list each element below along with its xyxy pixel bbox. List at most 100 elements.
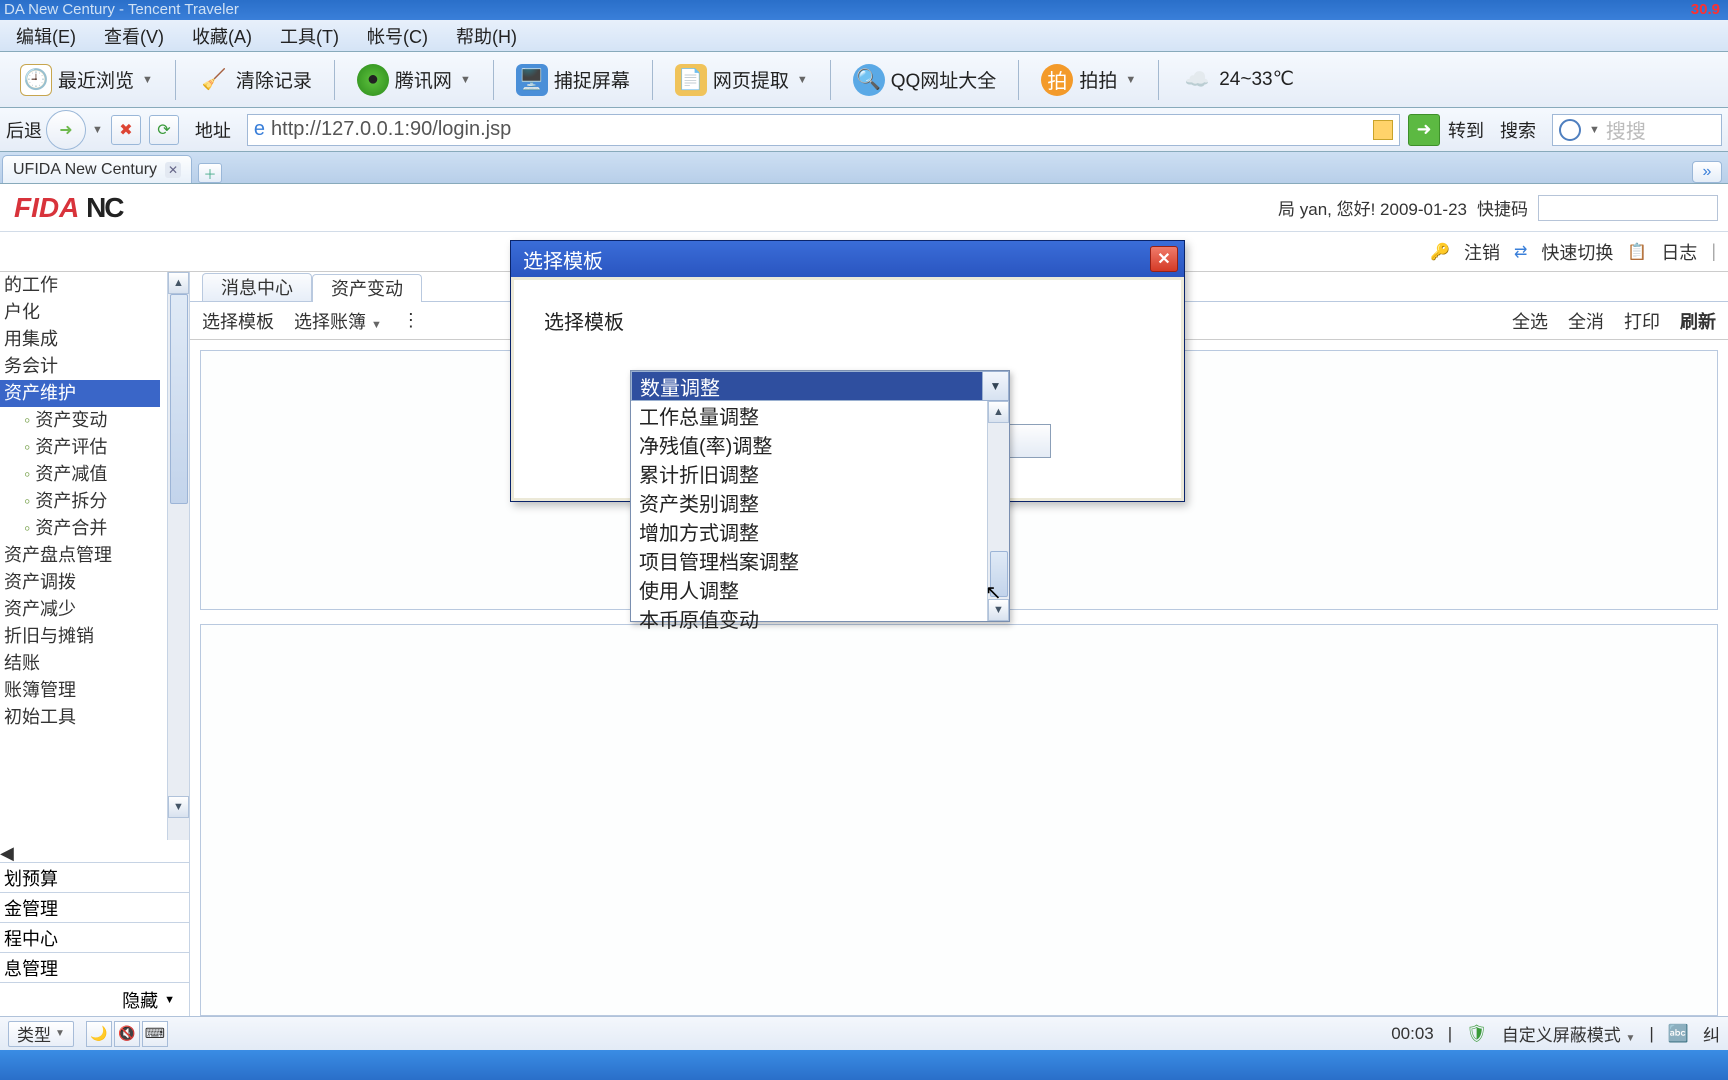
scroll-down-button[interactable]: ▼ [168, 796, 189, 818]
scroll-up-button[interactable]: ▲ [988, 401, 1009, 423]
nav-hscrollbar[interactable]: ◀ ▶ [0, 840, 189, 862]
capture-screen-button[interactable]: 🖥️ 捕捉屏幕 [508, 60, 638, 100]
dropdown-toggle-button[interactable]: ▼ [982, 372, 1008, 400]
scroll-down-button[interactable]: ▼ [988, 599, 1009, 621]
stop-button[interactable]: ✖ [111, 115, 141, 145]
nav-item[interactable]: 资产减少 [0, 596, 189, 623]
nav-item-selected[interactable]: 资产维护 [0, 380, 160, 407]
nav-item[interactable]: 务会计 [0, 353, 189, 380]
sidebar-section[interactable]: 金管理 [0, 892, 189, 922]
nav-item[interactable]: ◦ 资产减值 [0, 461, 189, 488]
menu-favorites[interactable]: 收藏(A) [192, 23, 252, 49]
log-link[interactable]: 日志 [1661, 239, 1697, 265]
dropdown-option[interactable]: 累计折旧调整 [631, 459, 1009, 488]
windows-taskbar[interactable] [0, 1050, 1728, 1080]
quickcode-input[interactable] [1538, 195, 1718, 221]
dropdown-option[interactable]: 资产类别调整 [631, 488, 1009, 517]
block-mode-button[interactable]: 自定义屏蔽模式 ▼ [1502, 1021, 1636, 1046]
nav-tree[interactable]: 的工作 户化 用集成 务会计 资产维护 ◦ 资产变动 ◦ 资产评估 ◦ 资产减值… [0, 272, 189, 840]
refresh-button[interactable]: 刷新 [1680, 308, 1716, 334]
nav-item[interactable]: 折旧与摊销 [0, 623, 189, 650]
dropdown-option[interactable]: 项目管理档案调整 [631, 546, 1009, 575]
dialog-titlebar[interactable]: 选择模板 ✕ [511, 241, 1184, 277]
refresh-button[interactable]: ⟳ [149, 115, 179, 145]
ufida-logo: FIDA NC [0, 192, 137, 224]
select-all-button[interactable]: 全选 [1512, 308, 1548, 334]
encoding-button[interactable]: 纠 [1703, 1021, 1720, 1046]
dropdown-list: 工作总量调整 净残值(率)调整 累计折旧调整 资产类别调整 增加方式调整 项目管… [631, 401, 1009, 621]
page-extract-button[interactable]: 📄 网页提取 ▼ [667, 60, 816, 100]
recent-browse-button[interactable]: 🕘 最近浏览 ▼ [12, 60, 161, 100]
menu-tools[interactable]: 工具(T) [280, 23, 339, 49]
nav-item[interactable]: ◦ 资产变动 [0, 407, 189, 434]
tab-message-center[interactable]: 消息中心 [202, 273, 312, 301]
nav-item[interactable]: 资产盘点管理 [0, 542, 189, 569]
tab-asset-change[interactable]: 资产变动 [312, 274, 422, 302]
nav-item[interactable]: 初始工具 [0, 704, 189, 731]
sidebar-section[interactable]: 划预算 [0, 862, 189, 892]
toolbar-separator [652, 60, 653, 100]
scroll-left-button[interactable]: ◀ [0, 840, 189, 862]
qq-nav-button[interactable]: 🔍 QQ网址大全 [845, 60, 1005, 100]
dropdown-scrollbar[interactable]: ▲ ▼ [987, 401, 1009, 621]
logout-link[interactable]: 注销 [1464, 239, 1500, 265]
status-icon-keyboard[interactable]: ⌨ [142, 1021, 168, 1047]
dropdown-option[interactable]: 增加方式调整 [631, 517, 1009, 546]
select-book-button[interactable]: 选择账簿 ▼ [294, 308, 382, 334]
clear-history-button[interactable]: 🧹 清除记录 [190, 60, 320, 100]
nav-item[interactable]: ◦ 资产评估 [0, 434, 189, 461]
select-template-button[interactable]: 选择模板 [202, 308, 274, 334]
chevron-down-icon: ▼ [797, 74, 808, 86]
type-button[interactable]: 类型▼ [8, 1021, 74, 1047]
go-button[interactable]: ➜ [1408, 114, 1440, 146]
nav-item[interactable]: 账簿管理 [0, 677, 189, 704]
nav-item[interactable]: 户化 [0, 299, 189, 326]
window-title: DA New Century - Tencent Traveler [4, 0, 239, 20]
status-icon-moon[interactable]: 🌙 [86, 1021, 112, 1047]
menu-account[interactable]: 帐号(C) [367, 23, 428, 49]
sidebar-hide-button[interactable]: 隐藏 ▼ [0, 982, 189, 1016]
menu-edit[interactable]: 编辑(E) [16, 23, 76, 49]
status-icon-sound[interactable]: 🔇 [114, 1021, 140, 1047]
sidebar-section[interactable]: 息管理 [0, 952, 189, 982]
scroll-up-button[interactable]: ▲ [168, 272, 189, 294]
forward-button[interactable]: ➜ [46, 110, 86, 150]
browser-tab[interactable]: UFIDA New Century ✕ [2, 155, 192, 183]
menubar: 编辑(E) 查看(V) 收藏(A) 工具(T) 帐号(C) 帮助(H) [0, 20, 1728, 52]
menu-view[interactable]: 查看(V) [104, 23, 164, 49]
url-input[interactable]: e http://127.0.0.1:90/login.jsp [247, 114, 1400, 146]
nav-item[interactable]: 用集成 [0, 326, 189, 353]
dropdown-selected[interactable]: 数量调整 ▼ [631, 371, 1009, 401]
chevron-down-icon[interactable]: ▼ [1589, 124, 1600, 136]
dropdown-option[interactable]: 本币原值变动 [631, 604, 1009, 633]
nav-item[interactable]: ◦ 资产拆分 [0, 488, 189, 515]
dropdown-option[interactable]: 使用人调整 [631, 575, 1009, 604]
dropdown-option[interactable]: 工作总量调整 [631, 401, 1009, 430]
search-placeholder: 搜搜 [1606, 115, 1646, 144]
quick-switch-link[interactable]: 快速切换 [1541, 239, 1613, 265]
tabstrip-overflow-button[interactable]: » [1692, 161, 1722, 183]
chevron-down-icon[interactable]: ▼ [92, 124, 103, 136]
weather-button[interactable]: ☁️ 24~33℃ [1173, 60, 1302, 100]
nav-item[interactable]: ◦ 资产合并 [0, 515, 189, 542]
scroll-thumb[interactable] [990, 551, 1008, 597]
sidebar-section[interactable]: 程中心 [0, 922, 189, 952]
url-dropdown-button[interactable] [1373, 120, 1393, 140]
search-input[interactable]: ▼ 搜搜 [1552, 114, 1722, 146]
scroll-thumb[interactable] [170, 294, 188, 504]
nav-item[interactable]: 结账 [0, 650, 189, 677]
paipai-button[interactable]: 拍 拍拍 ▼ [1033, 60, 1144, 100]
nav-vscrollbar[interactable]: ▲ ▼ [167, 272, 189, 840]
close-tab-button[interactable]: ✕ [165, 162, 181, 178]
print-button[interactable]: 打印 [1624, 308, 1660, 334]
key-icon: 🔑 [1430, 242, 1450, 262]
new-tab-button[interactable]: ＋ [198, 163, 222, 183]
ie-icon: e [254, 118, 265, 141]
deselect-all-button[interactable]: 全消 [1568, 308, 1604, 334]
nav-item[interactable]: 的工作 [0, 272, 189, 299]
dialog-close-button[interactable]: ✕ [1150, 246, 1178, 272]
nav-item[interactable]: 资产调拨 [0, 569, 189, 596]
menu-help[interactable]: 帮助(H) [456, 23, 517, 49]
dropdown-option[interactable]: 净残值(率)调整 [631, 430, 1009, 459]
tencent-button[interactable]: ● 腾讯网 ▼ [349, 60, 479, 100]
